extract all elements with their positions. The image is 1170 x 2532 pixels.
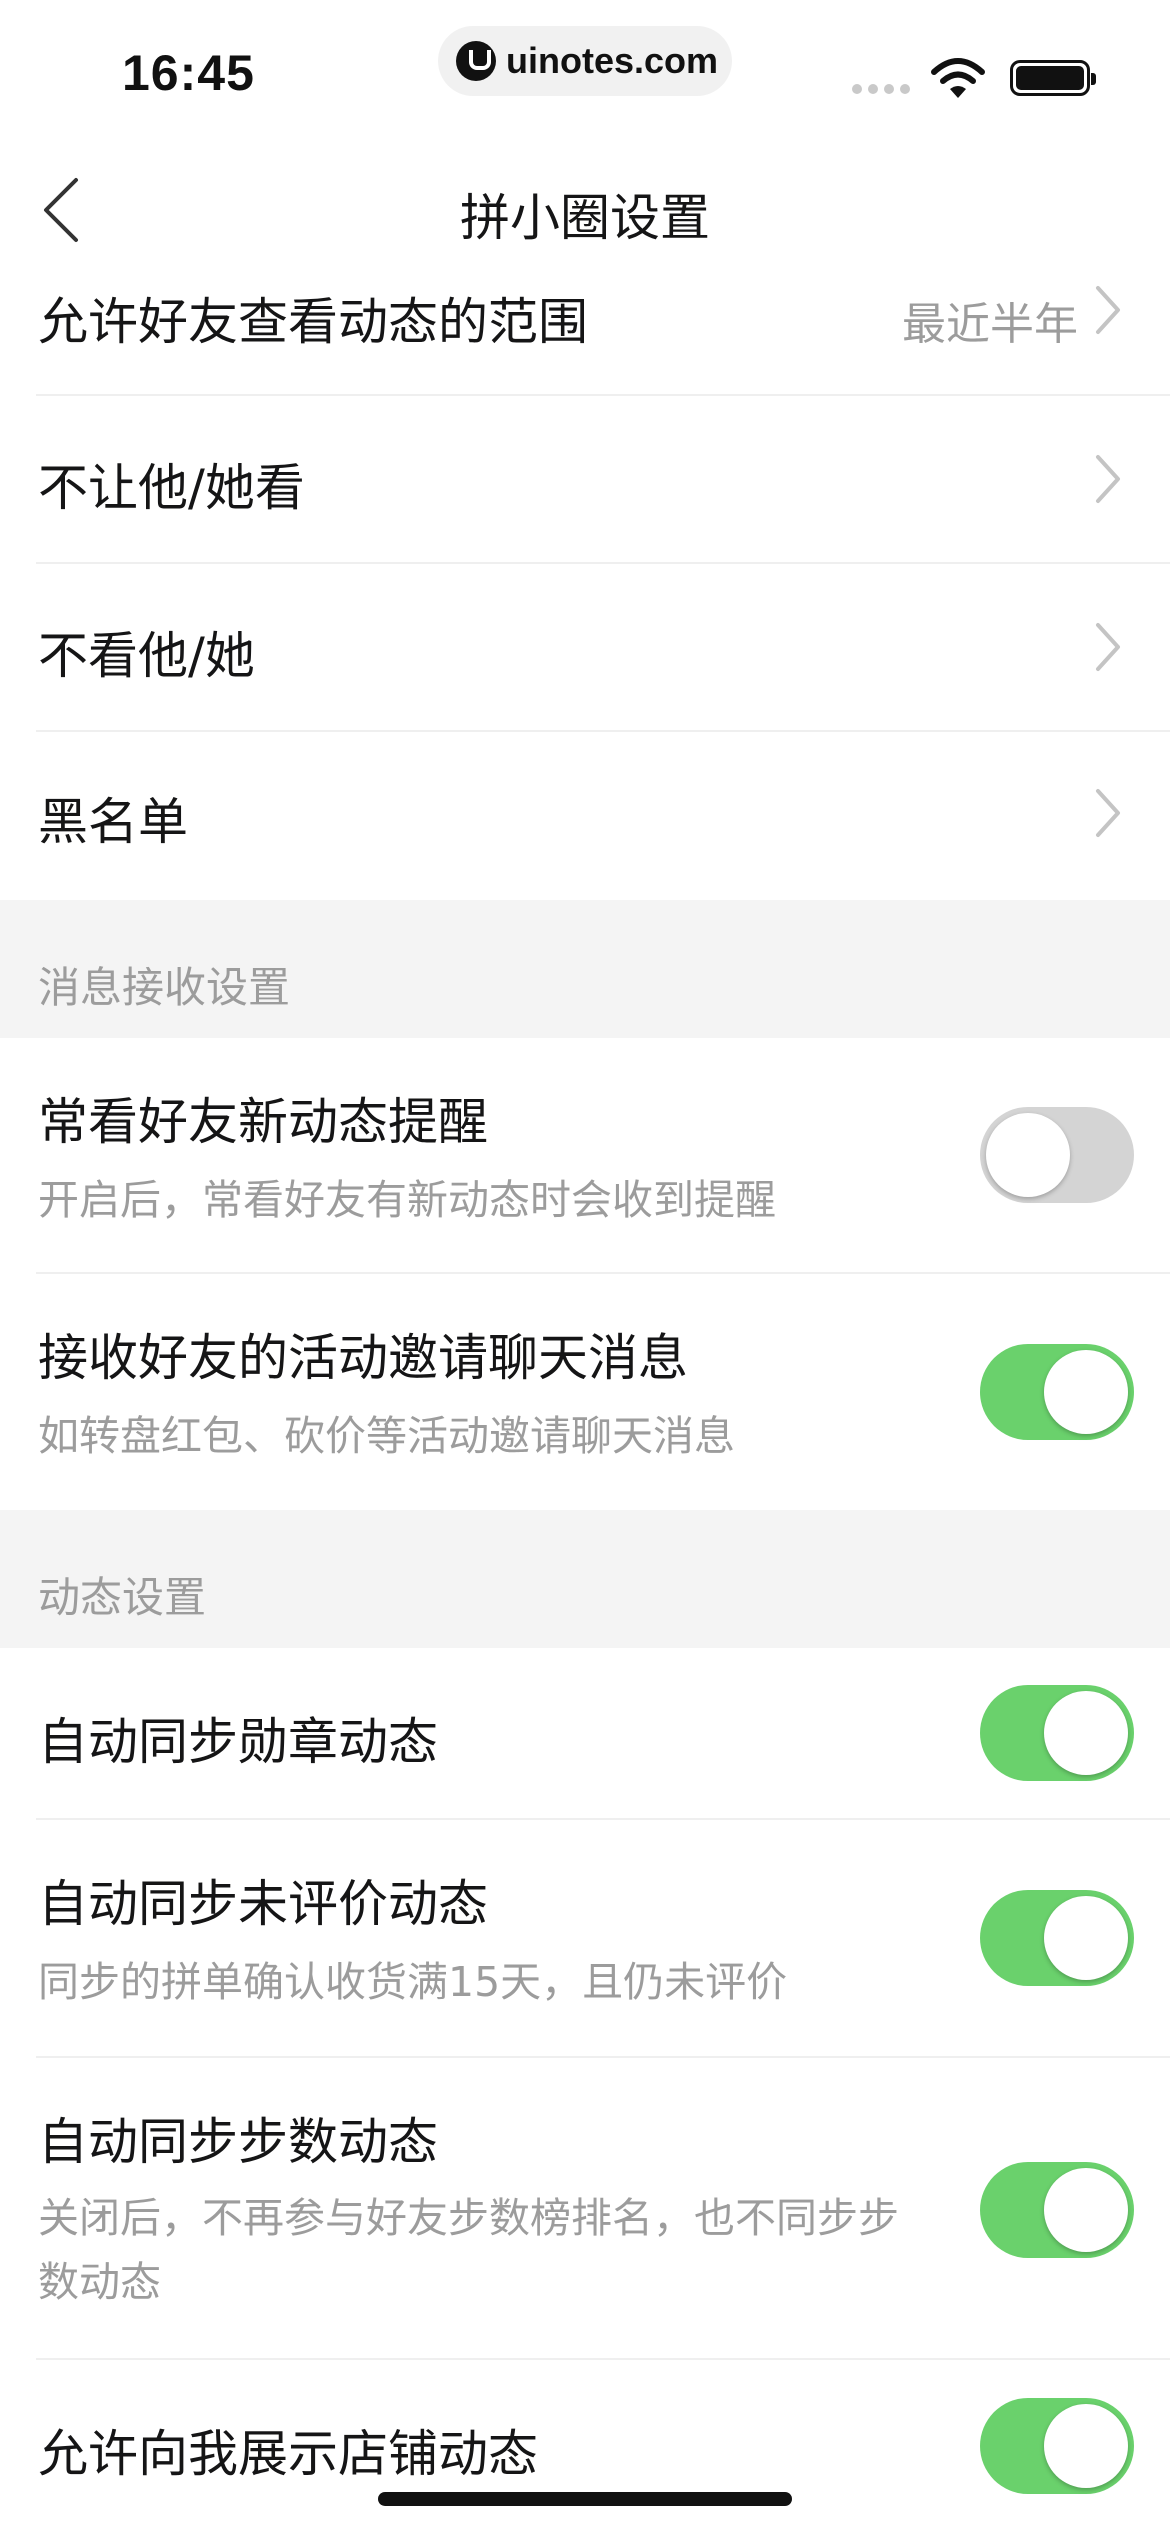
section-title: 消息接收设置 <box>38 963 291 1012</box>
wifi-icon <box>931 58 985 98</box>
toggle-knob <box>1044 1691 1128 1775</box>
setting-label: 自动同步勋章动态 <box>38 1713 438 1771</box>
page-title: 拼小圈设置 <box>460 189 710 247</box>
toggle-switch[interactable] <box>980 1107 1134 1203</box>
setting-description: 如转盘红包、砍价等活动邀请聊天消息 <box>38 1412 735 1460</box>
setting-value: 最近半年 <box>902 299 1078 350</box>
toggle-knob <box>986 1113 1070 1197</box>
chevron-right-icon <box>1096 789 1120 837</box>
chevron-right-icon <box>1096 286 1120 334</box>
setting-label: 黑名单 <box>38 793 188 851</box>
setting-row-visibility-range[interactable]: 允许好友查看动态的范围 最近半年 <box>0 270 1170 396</box>
cellular-signal-icon <box>852 84 910 94</box>
toggle-switch[interactable] <box>980 1890 1134 1986</box>
site-logo-icon <box>456 41 496 81</box>
setting-label: 允许好友查看动态的范围 <box>38 293 588 351</box>
toggle-knob <box>1044 1350 1128 1434</box>
home-indicator <box>378 2492 792 2506</box>
setting-description: 关闭后，不再参与好友步数榜排名，也不同步步数动态 <box>38 2194 899 2306</box>
url-text: uinotes.com <box>506 40 719 81</box>
section-title: 动态设置 <box>38 1573 207 1622</box>
setting-row-hide-from[interactable]: 不让他/她看 <box>0 396 1170 562</box>
toggle-switch[interactable] <box>980 1685 1134 1781</box>
section-header-moments: 动态设置 <box>0 1510 1170 1648</box>
chevron-right-icon <box>1096 623 1120 671</box>
status-time: 16:45 <box>122 45 255 101</box>
chevron-right-icon <box>1096 455 1120 503</box>
setting-row-store-moments: 允许向我展示店铺动态 <box>0 2360 1170 2532</box>
setting-label: 自动同步未评价动态 <box>38 1875 488 1933</box>
setting-row-sync-unrated: 自动同步未评价动态 同步的拼单确认收货满15天，且仍未评价 <box>0 1820 1170 2056</box>
setting-row-dont-see[interactable]: 不看他/她 <box>0 564 1170 730</box>
setting-description: 开启后，常看好友有新动态时会收到提醒 <box>38 1176 776 1224</box>
setting-row-sync-steps: 自动同步步数动态 关闭后，不再参与好友步数榜排名，也不同步步数动态 <box>0 2058 1170 2358</box>
url-pill[interactable]: uinotes.com <box>438 26 732 96</box>
setting-label: 接收好友的活动邀请聊天消息 <box>38 1329 688 1387</box>
setting-label: 不看他/她 <box>38 627 255 685</box>
toggle-knob <box>1044 1896 1128 1980</box>
setting-row-sync-badges: 自动同步勋章动态 <box>0 1648 1170 1818</box>
status-bar: 16:45 uinotes.com <box>0 0 1170 150</box>
toggle-switch[interactable] <box>980 1344 1134 1440</box>
battery-icon <box>1010 60 1096 96</box>
setting-row-blacklist[interactable]: 黑名单 <box>0 732 1170 900</box>
toggle-switch[interactable] <box>980 2398 1134 2494</box>
section-header-message: 消息接收设置 <box>0 900 1170 1038</box>
nav-bar: 拼小圈设置 <box>0 150 1170 270</box>
setting-label: 允许向我展示店铺动态 <box>38 2425 538 2483</box>
setting-row-frequent-friend-alert: 常看好友新动态提醒 开启后，常看好友有新动态时会收到提醒 <box>0 1038 1170 1272</box>
toggle-switch[interactable] <box>980 2162 1134 2258</box>
setting-description: 同步的拼单确认收货满15天，且仍未评价 <box>38 1958 788 2006</box>
setting-row-activity-invite: 接收好友的活动邀请聊天消息 如转盘红包、砍价等活动邀请聊天消息 <box>0 1274 1170 1510</box>
toggle-knob <box>1044 2404 1128 2488</box>
toggle-knob <box>1044 2168 1128 2252</box>
setting-label: 自动同步步数动态 <box>38 2113 438 2171</box>
setting-label: 不让他/她看 <box>38 459 305 517</box>
setting-label: 常看好友新动态提醒 <box>38 1093 488 1151</box>
